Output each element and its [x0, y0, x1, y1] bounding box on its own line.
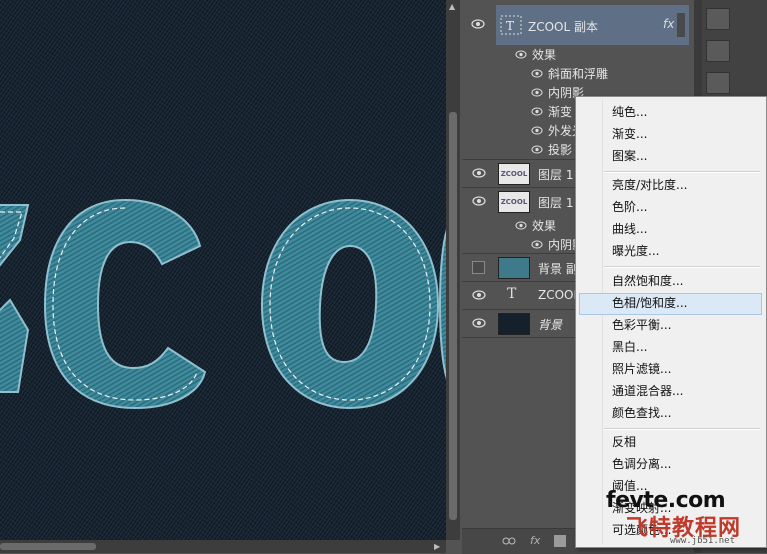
- layer-row-zcool-copy[interactable]: T ZCOOL 副本 fx: [496, 5, 689, 45]
- eye-icon[interactable]: [531, 126, 543, 135]
- menu-item-solid-color[interactable]: 纯色...: [612, 101, 647, 123]
- menu-item-channel-mixer[interactable]: 通道混合器...: [612, 380, 683, 402]
- letter-z-shape: [0, 204, 30, 393]
- add-fx-button[interactable]: fx: [530, 534, 540, 547]
- menu-item-levels[interactable]: 色阶...: [612, 196, 647, 218]
- menu-item-exposure[interactable]: 曝光度...: [612, 240, 659, 262]
- eye-icon[interactable]: [472, 196, 486, 206]
- effect-item[interactable]: 渐变: [531, 103, 573, 120]
- menu-separator: [604, 171, 760, 173]
- menu-item-brightness-contrast[interactable]: 亮度/对比度...: [612, 174, 688, 196]
- eye-icon[interactable]: [471, 19, 485, 29]
- panel-button[interactable]: [706, 72, 730, 94]
- scroll-right-icon[interactable]: ▶: [434, 542, 440, 551]
- layer-name: 图层 1: [538, 168, 574, 182]
- text-layer-icon: T: [507, 286, 517, 302]
- layer-thumbnail: ZCOOL: [498, 191, 530, 213]
- layer-name: 图层 1: [538, 196, 574, 210]
- menu-item-color-lookup[interactable]: 颜色查找...: [612, 402, 671, 424]
- eye-icon[interactable]: [472, 290, 486, 300]
- menu-item-posterize[interactable]: 色调分离...: [612, 453, 671, 475]
- effects-label: 效果: [532, 219, 557, 233]
- effects-header[interactable]: 效果: [515, 46, 557, 63]
- eye-icon[interactable]: [531, 145, 543, 154]
- layer-thumbnail: ZCOOL: [498, 163, 530, 185]
- layer-name: ZCOOL 副本: [528, 20, 598, 34]
- menu-item-vibrance[interactable]: 自然饱和度...: [612, 270, 683, 292]
- letter-c-shape: [43, 198, 207, 410]
- menu-item-pattern[interactable]: 图案...: [612, 145, 647, 167]
- layer-name: 背景 副: [538, 262, 578, 276]
- eye-icon[interactable]: [531, 69, 543, 78]
- menu-item-curves[interactable]: 曲线...: [612, 218, 647, 240]
- menu-item-black-white[interactable]: 黑白...: [612, 336, 647, 358]
- fx-badge: fx: [663, 17, 675, 31]
- menu-item-color-balance[interactable]: 色彩平衡...: [612, 314, 671, 336]
- effect-item[interactable]: 斜面和浮雕: [531, 65, 609, 82]
- vertical-scroll-thumb[interactable]: [449, 112, 457, 520]
- mask-icon[interactable]: [554, 535, 566, 547]
- horizontal-scrollbar[interactable]: ▶: [0, 540, 446, 553]
- layer-thumbnail: [498, 257, 530, 279]
- layer-name: ZCOOL: [538, 288, 581, 302]
- menu-gutter: [602, 99, 603, 544]
- watermark-url: www.jb51.net: [670, 536, 736, 546]
- eye-icon[interactable]: [515, 221, 527, 230]
- svg-text:T: T: [506, 19, 514, 33]
- letter-o-shape: [260, 198, 440, 410]
- menu-item-hue-saturation[interactable]: 色相/饱和度...: [612, 292, 688, 314]
- link-icon[interactable]: [502, 535, 516, 547]
- horizontal-scroll-thumb[interactable]: [0, 543, 96, 550]
- effects-header[interactable]: 效果: [515, 217, 557, 234]
- vertical-scrollbar[interactable]: ▲: [446, 0, 460, 540]
- eye-icon[interactable]: [472, 168, 486, 178]
- text-layer-thumb-icon: T: [500, 15, 522, 35]
- artwork-text-graphic: [0, 198, 446, 410]
- document-canvas[interactable]: [0, 0, 446, 540]
- visibility-toggle-off[interactable]: [472, 261, 485, 274]
- panel-button[interactable]: [706, 40, 730, 62]
- menu-item-gradient[interactable]: 渐变...: [612, 123, 647, 145]
- effect-label: 渐变: [548, 105, 573, 119]
- menu-separator: [604, 266, 760, 268]
- layer-scroll-mini: [677, 13, 685, 37]
- menu-item-invert[interactable]: 反相: [612, 431, 636, 453]
- eye-icon[interactable]: [472, 318, 486, 328]
- menu-item-photo-filter[interactable]: 照片滤镜...: [612, 358, 671, 380]
- effect-item[interactable]: 投影: [531, 141, 573, 158]
- watermark: fevte.com 飞特教程网 www.jb51.net: [598, 488, 767, 553]
- menu-separator: [604, 428, 760, 430]
- layer-thumbnail: [498, 313, 530, 335]
- panel-button[interactable]: [706, 8, 730, 30]
- adjustment-layer-menu: 纯色... 渐变... 图案... 亮度/对比度... 色阶... 曲线... …: [575, 96, 767, 548]
- eye-icon[interactable]: [531, 88, 543, 97]
- layer-name: 背景: [538, 318, 563, 332]
- eye-icon[interactable]: [515, 50, 527, 59]
- effect-label: 投影: [548, 143, 573, 157]
- effects-label: 效果: [532, 48, 557, 62]
- eye-icon[interactable]: [531, 107, 543, 116]
- eye-icon[interactable]: [531, 240, 543, 249]
- scroll-up-icon[interactable]: ▲: [449, 2, 455, 11]
- effect-label: 斜面和浮雕: [548, 67, 609, 81]
